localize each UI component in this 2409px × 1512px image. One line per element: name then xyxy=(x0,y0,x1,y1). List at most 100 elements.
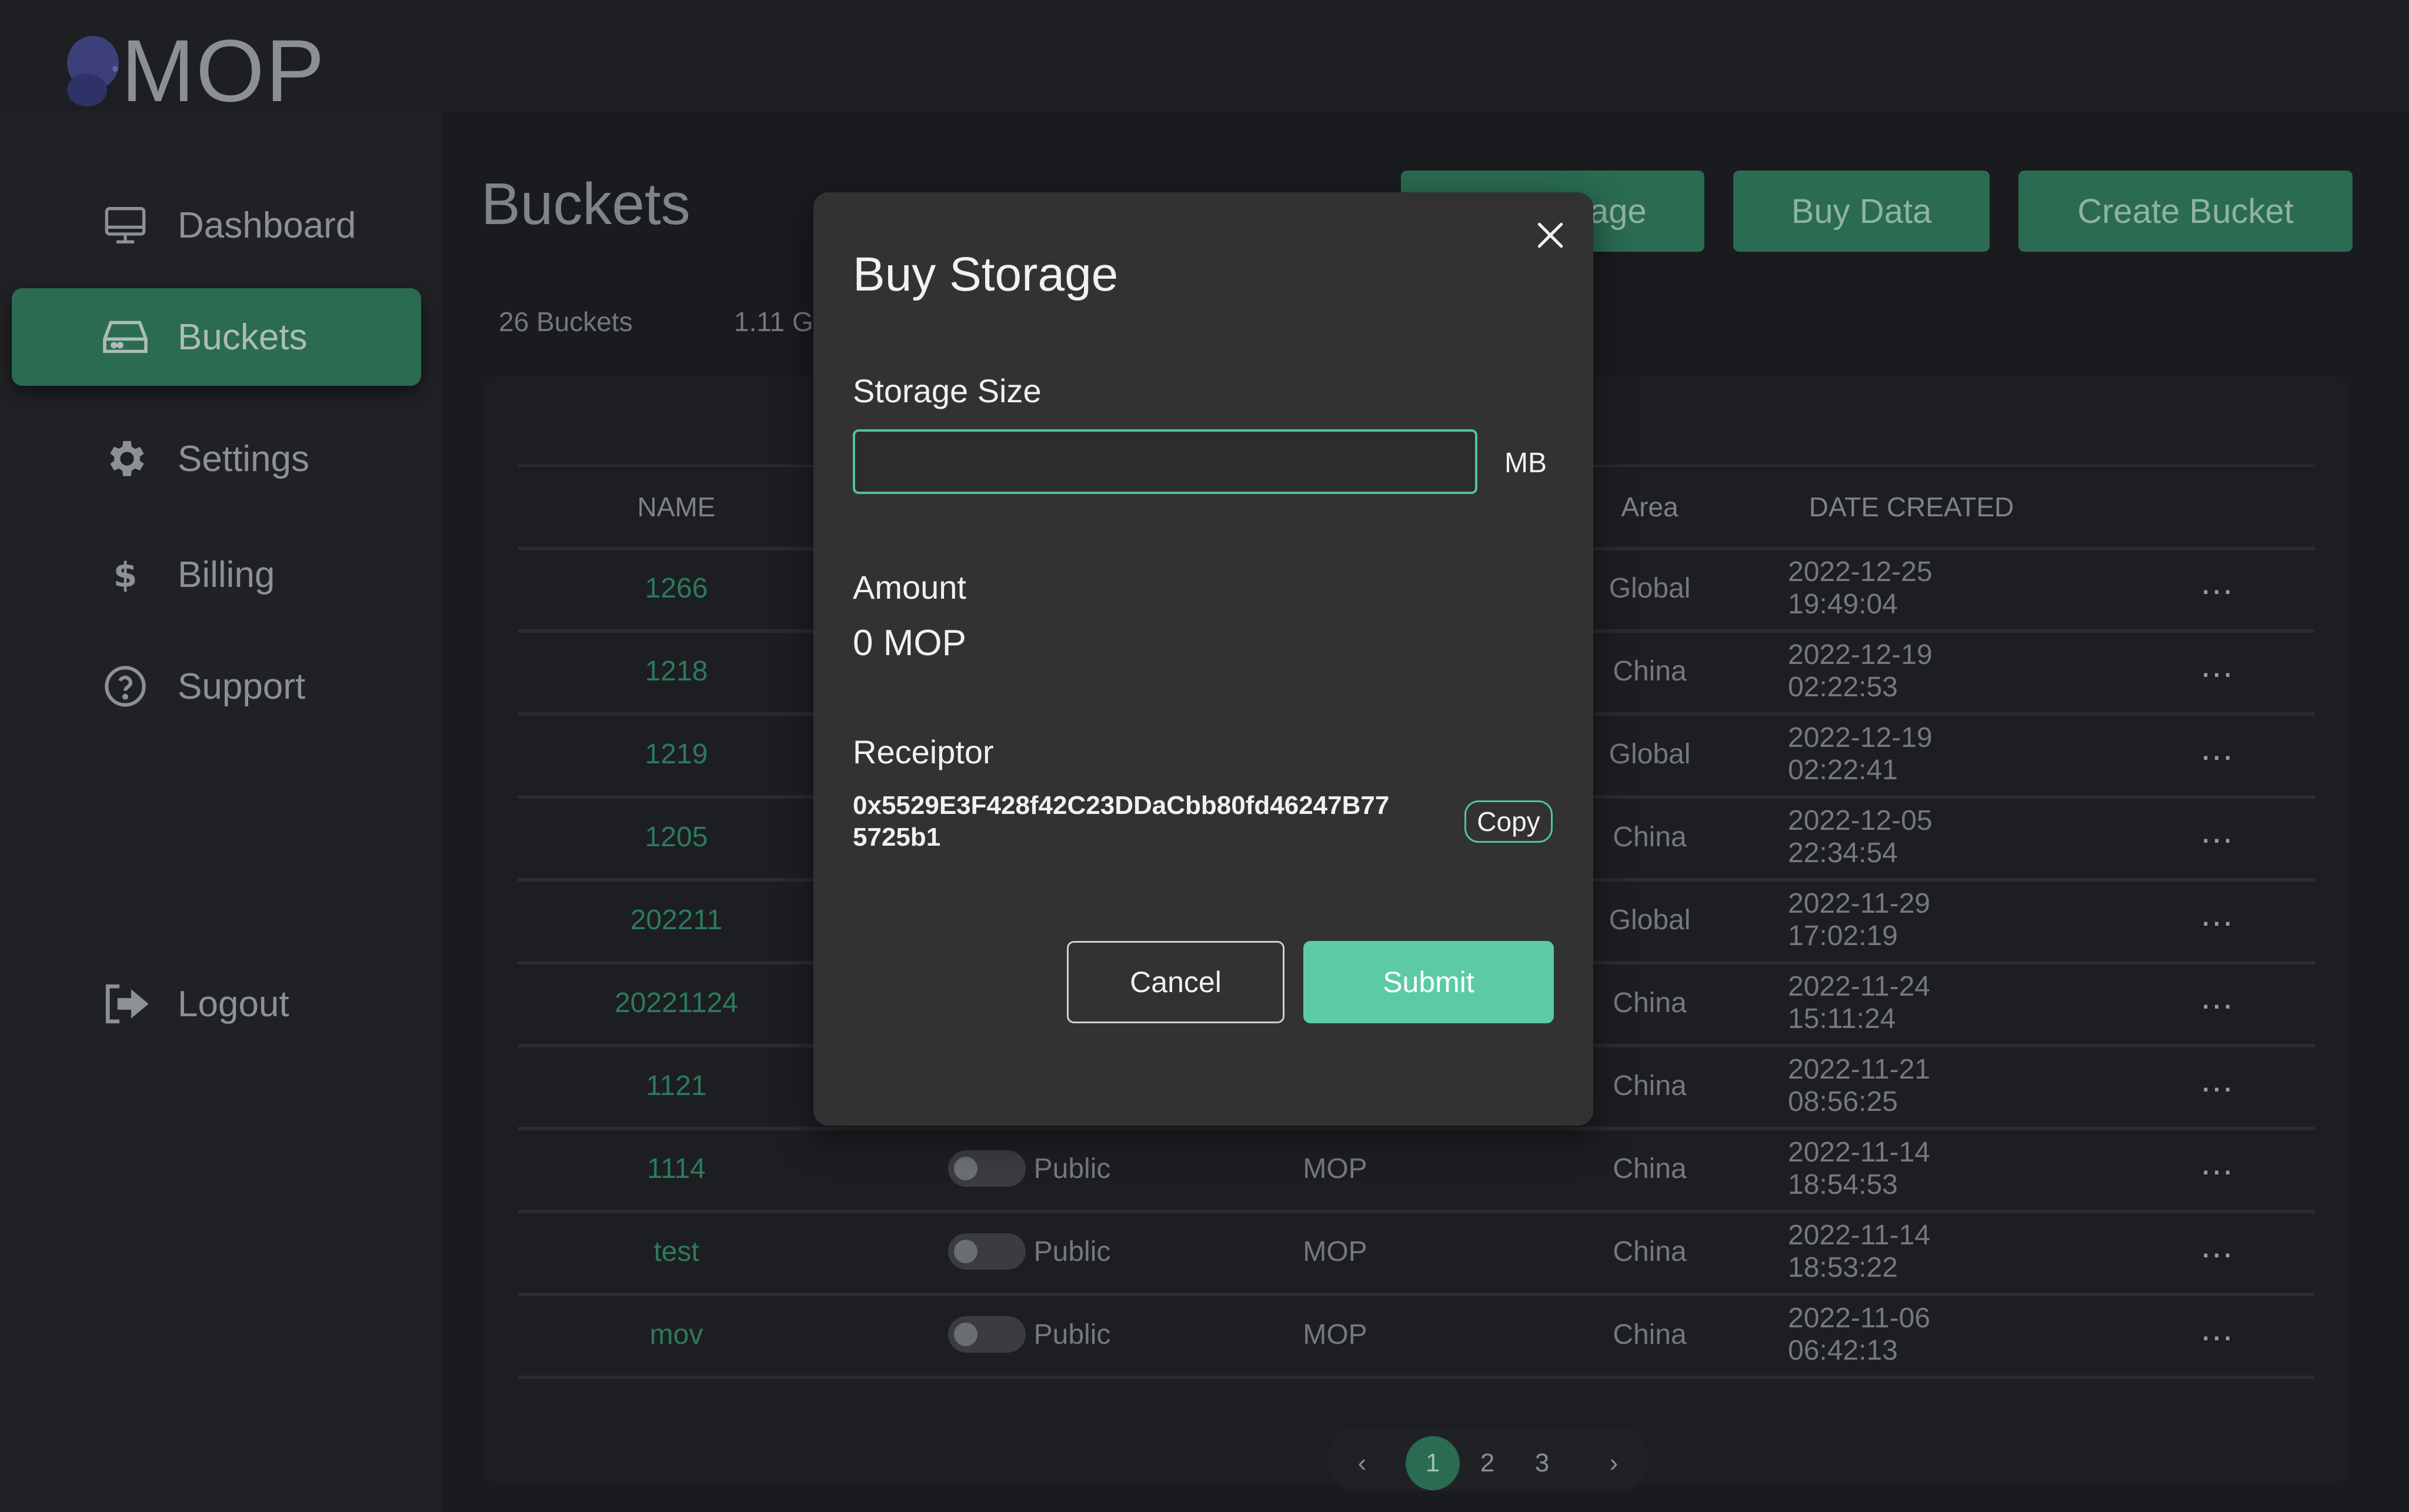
bucket-name-link[interactable]: 1219 xyxy=(576,713,776,795)
area-cell: China xyxy=(1613,1153,1687,1184)
sidebar-item-support[interactable]: Support xyxy=(12,637,421,735)
row-menu-button[interactable]: ... xyxy=(2188,879,2247,961)
bucket-name-link[interactable]: 20221124 xyxy=(576,962,776,1044)
date-created-cell: 2022-11-14 18:54:53 xyxy=(1788,1137,1930,1200)
sidebar-item-buckets[interactable]: Buckets xyxy=(12,288,421,386)
bucket-count: 26 Buckets xyxy=(499,306,633,337)
more-icon: ... xyxy=(2200,562,2234,602)
top-bar xyxy=(0,0,2409,112)
more-icon: ... xyxy=(2200,977,2234,1016)
receiptor-address: 0x5529E3F428f42C23DDaCbb80fd46247B775725… xyxy=(853,791,1390,852)
public-toggle[interactable] xyxy=(947,1150,1026,1187)
date-created-cell: 2022-11-24 15:11:24 xyxy=(1788,971,1930,1034)
dollar-icon: $ xyxy=(99,548,152,601)
sidebar-item-label: Dashboard xyxy=(178,205,356,246)
permission-cell: Public xyxy=(906,1293,1153,1376)
app-name: MOP xyxy=(121,21,326,120)
row-menu-button[interactable]: ... xyxy=(2188,1044,2247,1127)
cancel-button[interactable]: Cancel xyxy=(1067,941,1284,1023)
storage-size-unit: MB xyxy=(1504,448,1547,479)
date-created-cell: 2022-12-19 02:22:53 xyxy=(1788,639,1933,703)
row-menu-button[interactable]: ... xyxy=(2188,796,2247,878)
bucket-name-link[interactable]: 1114 xyxy=(576,1127,776,1210)
app-logo[interactable]: MOP xyxy=(59,21,326,120)
storage-size-input[interactable] xyxy=(853,429,1477,494)
row-menu-button[interactable]: ... xyxy=(2188,962,2247,1044)
date-created-cell: 2022-11-29 17:02:19 xyxy=(1788,888,1930,952)
date-created-cell: 2022-12-05 22:34:54 xyxy=(1788,805,1933,869)
more-icon: ... xyxy=(2200,645,2234,685)
logout-button[interactable]: Logout xyxy=(12,955,421,1053)
logout-label: Logout xyxy=(178,983,289,1024)
date-created-cell: 2022-11-21 08:56:25 xyxy=(1788,1054,1930,1117)
permission-cell: Public xyxy=(906,1210,1153,1293)
page-2-button[interactable]: 2 xyxy=(1460,1436,1514,1490)
create-bucket-button[interactable]: Create Bucket xyxy=(2018,171,2353,252)
bucket-name-link[interactable]: 202211 xyxy=(576,879,776,961)
storage-used: 1.11 G xyxy=(734,306,813,337)
row-menu-button[interactable]: ... xyxy=(2188,1127,2247,1210)
more-icon: ... xyxy=(2200,811,2234,850)
bucket-name-link[interactable]: test xyxy=(576,1210,776,1293)
row-menu-button[interactable]: ... xyxy=(2188,547,2247,629)
receiptor-label: Receiptor xyxy=(853,733,994,770)
date-created-cell: 2022-11-06 06:42:13 xyxy=(1788,1303,1930,1366)
page-1-button[interactable]: 1 xyxy=(1406,1436,1460,1490)
bucket-name-link[interactable]: 1218 xyxy=(576,630,776,712)
prev-page-button[interactable]: ‹ xyxy=(1335,1436,1389,1490)
sidebar-item-label: Buckets xyxy=(178,316,308,358)
column-header-date: DATE CREATED xyxy=(1809,492,2014,522)
row-menu-button[interactable]: ... xyxy=(2188,630,2247,712)
more-icon: ... xyxy=(2200,1143,2234,1182)
permission-label: Public xyxy=(1033,1236,1111,1267)
pagination: ‹ 1 2 3 › xyxy=(1327,1427,1649,1491)
sidebar-item-settings[interactable]: Settings xyxy=(12,410,421,508)
modal-title: Buy Storage xyxy=(853,248,1119,301)
date-created-cell: 2022-11-14 18:53:22 xyxy=(1788,1220,1930,1283)
gear-icon xyxy=(99,432,152,485)
submit-button[interactable]: Submit xyxy=(1303,941,1554,1023)
row-menu-button[interactable]: ... xyxy=(2188,713,2247,795)
amount-label: Amount xyxy=(853,569,966,606)
area-cell: China xyxy=(1613,1236,1687,1267)
bucket-name-link[interactable]: 1205 xyxy=(576,796,776,878)
public-toggle[interactable] xyxy=(947,1233,1026,1270)
table-row[interactable]: mov Public MOP China 2022-11-06 06:42:13... xyxy=(518,1293,2315,1379)
buy-data-button[interactable]: Buy Data xyxy=(1733,171,1990,252)
drive-icon xyxy=(99,311,152,363)
bucket-name-link[interactable]: 1266 xyxy=(576,547,776,629)
more-icon: ... xyxy=(2200,894,2234,933)
close-icon[interactable] xyxy=(1527,212,1574,259)
page-3-button[interactable]: 3 xyxy=(1515,1436,1569,1490)
more-icon: ... xyxy=(2200,1226,2234,1265)
sidebar-item-billing[interactable]: $ Billing xyxy=(12,526,421,623)
token-cell: MOP xyxy=(1303,1153,1367,1184)
sidebar-item-dashboard[interactable]: Dashboard xyxy=(12,176,421,274)
bucket-name-link[interactable]: mov xyxy=(576,1293,776,1376)
next-page-button[interactable]: › xyxy=(1587,1436,1641,1490)
row-menu-button[interactable]: ... xyxy=(2188,1210,2247,1293)
more-icon: ... xyxy=(2200,728,2234,767)
monitor-icon xyxy=(99,199,152,252)
sidebar-item-label: Billing xyxy=(178,554,275,595)
token-cell: MOP xyxy=(1303,1236,1367,1267)
sidebar-item-label: Settings xyxy=(178,438,310,479)
column-header-name: NAME xyxy=(637,492,716,522)
date-created-cell: 2022-12-19 02:22:41 xyxy=(1788,722,1933,786)
copy-button[interactable]: Copy xyxy=(1464,800,1553,843)
logo-mark-icon xyxy=(59,32,124,109)
sidebar-item-label: Support xyxy=(178,666,306,707)
more-icon: ... xyxy=(2200,1060,2234,1099)
permission-label: Public xyxy=(1033,1319,1111,1350)
area-cell: China xyxy=(1613,1319,1687,1350)
public-toggle[interactable] xyxy=(947,1316,1026,1353)
token-cell: MOP xyxy=(1303,1319,1367,1350)
storage-size-label: Storage Size xyxy=(853,372,1042,409)
table-row[interactable]: test Public MOP China 2022-11-14 18:53:22... xyxy=(518,1210,2315,1296)
bucket-name-link[interactable]: 1121 xyxy=(576,1044,776,1127)
svg-text:$: $ xyxy=(114,555,138,595)
row-menu-button[interactable]: ... xyxy=(2188,1293,2247,1376)
table-row[interactable]: 1114 Public MOP China 2022-11-14 18:54:53... xyxy=(518,1127,2315,1213)
page-title: Buckets xyxy=(481,171,690,237)
date-created-cell: 2022-12-25 19:49:04 xyxy=(1788,556,1933,620)
